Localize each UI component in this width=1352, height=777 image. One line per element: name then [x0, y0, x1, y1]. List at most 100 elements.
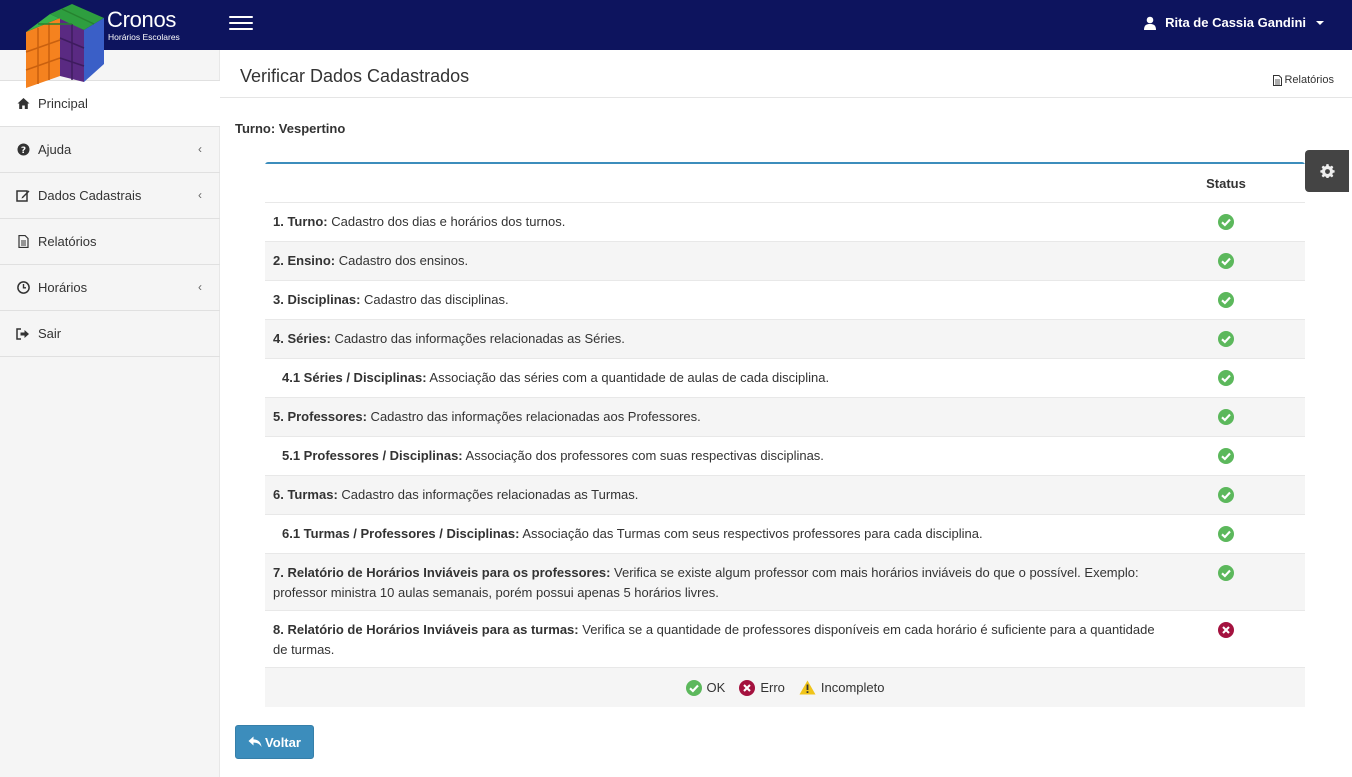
row-description: Associação das séries com a quantidade d… — [426, 370, 830, 385]
row-text: 4.1 Séries / Disciplinas: Associação das… — [265, 368, 1155, 388]
status-cell — [1186, 214, 1266, 230]
sidebar-item-horarios[interactable]: Horários ‹ — [0, 265, 220, 311]
clock-icon — [15, 280, 31, 296]
page-header: Verificar Dados Cadastrados Relatórios — [220, 50, 1352, 98]
svg-text:?: ? — [20, 146, 25, 156]
legend-error-label: Erro — [760, 680, 785, 695]
sidebar-item-label: Horários — [38, 280, 88, 295]
status-cell — [1186, 253, 1266, 269]
sidebar-item-label: Ajuda — [38, 142, 72, 157]
check-circle-icon — [1218, 487, 1234, 503]
status-cell — [1186, 448, 1266, 464]
status-cell — [1186, 331, 1266, 347]
row-title: 5.1 Professores / Disciplinas: — [282, 448, 463, 463]
legend-ok-label: OK — [706, 680, 726, 695]
row-description: Associação das Turmas com seus respectiv… — [519, 526, 983, 541]
chevron-left-icon: ‹ — [198, 280, 202, 294]
user-icon — [1144, 16, 1157, 30]
status-cell — [1186, 526, 1266, 542]
table-row: 2. Ensino: Cadastro dos ensinos. — [265, 242, 1305, 281]
status-legend: OK Erro Incompleto — [265, 668, 1305, 707]
row-title: 3. Disciplinas: — [273, 292, 361, 307]
check-circle-icon — [685, 679, 702, 696]
row-title: 2. Ensino: — [273, 253, 336, 268]
status-cell — [1186, 565, 1266, 581]
check-circle-icon — [1218, 565, 1234, 581]
sidebar-item-label: Relatórios — [38, 234, 97, 249]
back-button[interactable]: Voltar — [235, 725, 314, 759]
row-title: 5. Professores: — [273, 409, 367, 424]
table-row: 3. Disciplinas: Cadastro das disciplinas… — [265, 281, 1305, 320]
table-header: Status — [265, 164, 1305, 203]
reports-link-label: Relatórios — [1284, 74, 1334, 86]
table-row: 7. Relatório de Horários Inviáveis para … — [265, 554, 1305, 611]
sidebar-item-sair[interactable]: Sair — [0, 311, 220, 357]
row-text: 6.1 Turmas / Professores / Disciplinas: … — [265, 524, 1155, 544]
sidebar-item-dados-cadastrais[interactable]: Dados Cadastrais ‹ — [0, 173, 220, 219]
legend-incomplete-label: Incompleto — [820, 680, 885, 695]
row-description: Cadastro das informações relacionadas ao… — [366, 409, 701, 424]
row-title: 4.1 Séries / Disciplinas: — [282, 370, 427, 385]
sidebar-menu: Principal ? Ajuda ‹ Dados Cadastrais ‹ R… — [0, 80, 220, 357]
legend-ok: OK — [685, 679, 726, 696]
legend-error: Erro — [739, 679, 785, 696]
user-menu[interactable]: Rita de Cassia Gandini — [1143, 15, 1324, 30]
edit-icon — [15, 188, 31, 204]
page-title: Verificar Dados Cadastrados — [240, 66, 470, 86]
row-text: 7. Relatório de Horários Inviáveis para … — [265, 563, 1155, 603]
table-row: 6.1 Turmas / Professores / Disciplinas: … — [265, 515, 1305, 554]
reports-link[interactable]: Relatórios — [1273, 74, 1334, 86]
status-cell — [1186, 487, 1266, 503]
row-title: 6.1 Turmas / Professores / Disciplinas: — [282, 526, 520, 541]
gear-icon — [1319, 163, 1335, 178]
back-button-label: Voltar — [265, 734, 301, 750]
row-description: Cadastro dos dias e horários dos turnos. — [327, 214, 566, 229]
row-text: 2. Ensino: Cadastro dos ensinos. — [265, 251, 1155, 271]
check-circle-icon — [1218, 409, 1234, 425]
home-icon — [15, 96, 31, 112]
sidebar-item-relatorios[interactable]: Relatórios — [0, 219, 220, 265]
file-text-icon — [15, 234, 31, 250]
sidebar-item-label: Dados Cadastrais — [38, 188, 142, 203]
row-description: Cadastro das informações relacionadas as… — [337, 487, 639, 502]
sidebar-item-label: Sair — [38, 326, 62, 341]
cube-logo-icon — [25, 4, 104, 88]
row-text: 8. Relatório de Horários Inviáveis para … — [265, 620, 1155, 660]
check-circle-icon — [1218, 526, 1234, 542]
table-row: 5.1 Professores / Disciplinas: Associaçã… — [265, 437, 1305, 476]
table-row: 6. Turmas: Cadastro das informações rela… — [265, 476, 1305, 515]
check-circle-icon — [1218, 253, 1234, 269]
error-circle-icon — [739, 679, 756, 696]
table-row: 4. Séries: Cadastro das informações rela… — [265, 320, 1305, 359]
row-text: 5.1 Professores / Disciplinas: Associaçã… — [265, 446, 1155, 466]
warning-icon — [799, 680, 816, 695]
legend-incomplete: Incompleto — [799, 680, 885, 695]
table-row: 5. Professores: Cadastro das informações… — [265, 398, 1305, 437]
row-description: Cadastro das informações relacionadas as… — [330, 331, 625, 346]
sign-out-icon — [15, 326, 31, 342]
brand-subtitle: Horários Escolares — [108, 32, 180, 42]
check-circle-icon — [1218, 448, 1234, 464]
status-column-header: Status — [1206, 175, 1246, 191]
chevron-left-icon: ‹ — [198, 142, 202, 156]
row-text: 3. Disciplinas: Cadastro das disciplinas… — [265, 290, 1155, 310]
question-circle-icon: ? — [15, 142, 31, 158]
settings-gear-button[interactable] — [1305, 150, 1349, 192]
table-row: 1. Turno: Cadastro dos dias e horários d… — [265, 203, 1305, 242]
row-text: 4. Séries: Cadastro das informações rela… — [265, 329, 1155, 349]
main-content: Verificar Dados Cadastrados Relatórios T… — [220, 50, 1352, 777]
sidebar-item-label: Principal — [38, 96, 88, 111]
status-cell — [1186, 370, 1266, 386]
menu-toggle-icon[interactable] — [229, 16, 253, 34]
row-text: 6. Turmas: Cadastro das informações rela… — [265, 485, 1155, 505]
row-description: Associação dos professores com suas resp… — [462, 448, 824, 463]
sidebar-item-ajuda[interactable]: ? Ajuda ‹ — [0, 127, 220, 173]
status-cell — [1186, 292, 1266, 308]
brand-logo[interactable]: Cronos Horários Escolares — [0, 0, 220, 90]
check-circle-icon — [1218, 331, 1234, 347]
caret-down-icon — [1316, 20, 1324, 25]
status-cell — [1186, 409, 1266, 425]
row-text: 1. Turno: Cadastro dos dias e horários d… — [265, 212, 1155, 232]
table-row: 8. Relatório de Horários Inviáveis para … — [265, 611, 1305, 668]
row-title: 1. Turno: — [273, 214, 328, 229]
